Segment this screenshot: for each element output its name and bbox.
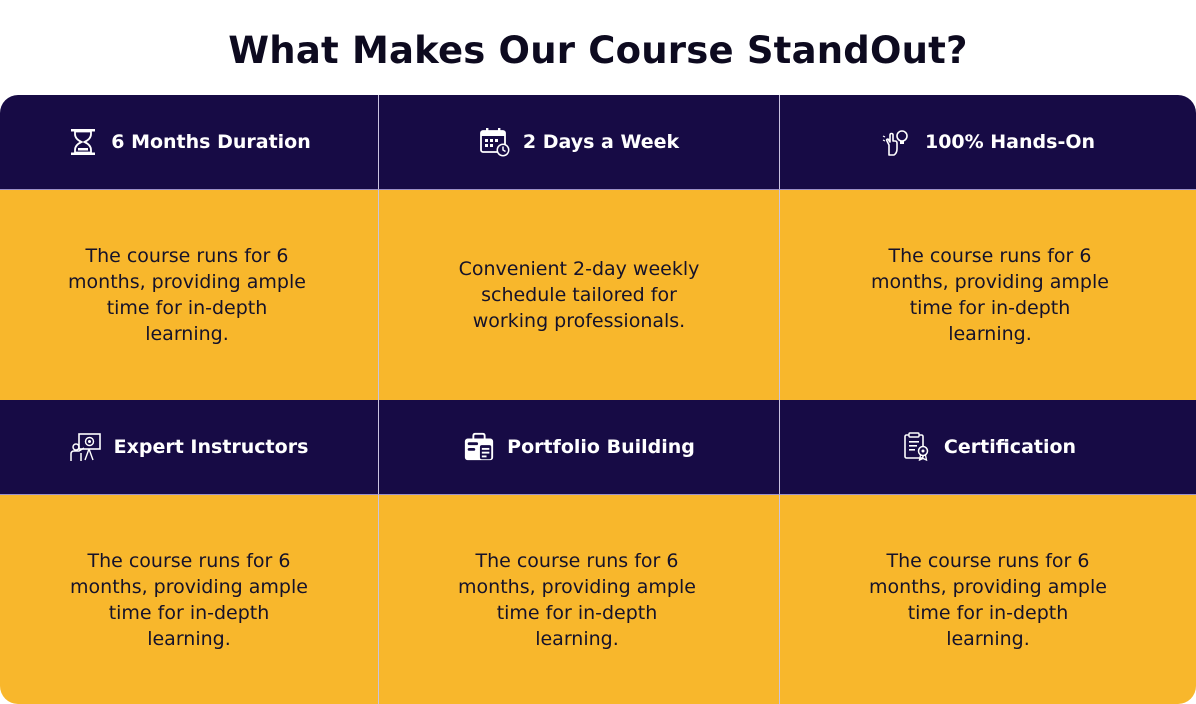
feature-description: The course runs for 6 months, providing … bbox=[869, 549, 1107, 650]
feature-body-instructors: The course runs for 6 months, providing … bbox=[0, 495, 379, 704]
hourglass-icon bbox=[67, 126, 99, 158]
feature-heading: 100% Hands-On bbox=[924, 131, 1096, 153]
instructor-presentation-icon bbox=[69, 431, 102, 463]
portfolio-briefcase-icon bbox=[463, 431, 495, 463]
feature-body-hands-on: The course runs for 6 months, providing … bbox=[780, 190, 1196, 400]
feature-header-portfolio: Portfolio Building bbox=[379, 400, 780, 495]
feature-description: The course runs for 6 months, providing … bbox=[458, 549, 696, 650]
feature-body-portfolio: The course runs for 6 months, providing … bbox=[379, 495, 780, 704]
feature-body-certification: The course runs for 6 months, providing … bbox=[780, 495, 1196, 704]
hand-bulb-icon bbox=[881, 126, 913, 158]
feature-heading: Portfolio Building bbox=[507, 436, 695, 458]
feature-description: Convenient 2-day weekly schedule tailore… bbox=[458, 258, 700, 332]
feature-heading: Certification bbox=[943, 436, 1077, 458]
calendar-clock-icon bbox=[479, 126, 511, 158]
feature-description: The course runs for 6 months, providing … bbox=[68, 245, 306, 345]
feature-header-certification: Certification bbox=[780, 400, 1196, 495]
features-grid: 6 Months Duration 2 Days a Week 100% Han… bbox=[0, 95, 1196, 704]
feature-description: The course runs for 6 months, providing … bbox=[871, 245, 1109, 345]
feature-header-hands-on: 100% Hands-On bbox=[780, 95, 1196, 190]
feature-heading: 2 Days a Week bbox=[522, 131, 680, 153]
feature-header-duration: 6 Months Duration bbox=[0, 95, 379, 190]
page-title: What Makes Our Course StandOut? bbox=[228, 28, 968, 72]
feature-heading: Expert Instructors bbox=[113, 436, 309, 458]
feature-body-duration: The course runs for 6 months, providing … bbox=[0, 190, 379, 400]
feature-header-schedule: 2 Days a Week bbox=[379, 95, 780, 190]
feature-description: The course runs for 6 months, providing … bbox=[70, 549, 308, 650]
feature-heading: 6 Months Duration bbox=[111, 131, 311, 153]
feature-body-schedule: Convenient 2-day weekly schedule tailore… bbox=[379, 190, 780, 400]
feature-header-instructors: Expert Instructors bbox=[0, 400, 379, 495]
certificate-icon bbox=[900, 431, 932, 463]
